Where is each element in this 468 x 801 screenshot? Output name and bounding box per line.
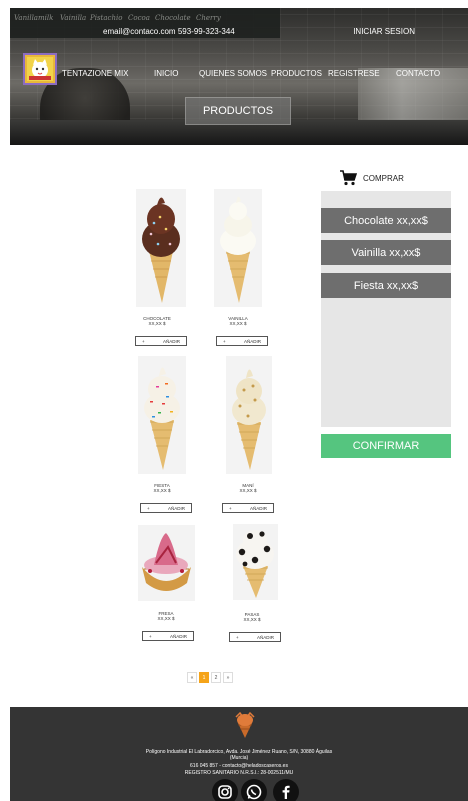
chalk-word: Cherry xyxy=(196,14,221,22)
product-name-fresa: FRESA XX,XX $ xyxy=(136,611,196,621)
login-link[interactable]: INICIAR SESION xyxy=(353,27,415,36)
product-price: XX,XX $ xyxy=(153,488,171,493)
footer-region: (Murcia) xyxy=(229,755,249,761)
cart-title: COMPRAR xyxy=(363,173,404,183)
nav-item-registrese[interactable]: REGISTRESE xyxy=(328,69,380,78)
cart-item[interactable]: Chocolate xx,xx$ xyxy=(321,208,451,233)
plus-icon: + xyxy=(223,338,226,344)
product-image-vainilla[interactable] xyxy=(214,189,262,307)
pagination-next[interactable]: » xyxy=(223,672,233,683)
product-name-chocolate: CHOCOLATE XX,XX $ xyxy=(127,316,187,326)
plus-icon: + xyxy=(229,505,232,511)
footer: Polígono Industrial El Labradorcico, Avd… xyxy=(10,707,468,801)
confirm-button[interactable]: CONFIRMAR xyxy=(321,434,451,458)
add-label: AÑADIR xyxy=(256,634,274,640)
main-nav: TENTAZIONE MIX INICIO QUIENES SOMOS PROD… xyxy=(10,69,468,83)
add-button-vainilla[interactable]: + AÑADIR xyxy=(216,336,268,346)
product-price: XX,XX $ xyxy=(157,616,175,621)
page: Vanilla milk Vainilla Pistachio Cocoa Ch… xyxy=(0,0,468,801)
product-name-fiesta: FIESTA XX,XX $ xyxy=(132,483,192,493)
cart-panel: Chocolate xx,xx$ Vainilla xx,xx$ Fiesta … xyxy=(321,191,451,427)
product-name-pasas: PASAS XX,XX $ xyxy=(222,612,282,622)
product-image-fresa[interactable] xyxy=(138,525,195,601)
icecream-logo-icon xyxy=(235,711,255,738)
cart-item[interactable]: Vainilla xx,xx$ xyxy=(321,240,451,265)
add-label: AÑADIR xyxy=(169,633,187,639)
chalk-word: Chocolate xyxy=(155,14,191,22)
product-price: XX,XX $ xyxy=(148,321,166,326)
pagination-prev[interactable]: « xyxy=(187,672,197,683)
plus-icon: + xyxy=(149,633,152,639)
pagination-page-2[interactable]: 2 xyxy=(211,672,221,683)
raisin-cone-icon xyxy=(236,530,274,598)
add-label: AÑADIR xyxy=(249,505,267,511)
plus-icon: + xyxy=(147,505,150,511)
product-image-chocolate[interactable] xyxy=(136,189,186,307)
product-image-pasas[interactable] xyxy=(233,524,278,600)
pagination-page-1[interactable]: 1 xyxy=(199,672,209,683)
footer-contact: 616 045 857 - contacto@heladoscaseros.es xyxy=(190,763,288,769)
chalk-word: Pistachio xyxy=(90,14,123,22)
header-banner: Vanilla milk Vainilla Pistachio Cocoa Ch… xyxy=(10,8,468,145)
vanilla-cone-icon xyxy=(220,196,256,303)
add-button-chocolate[interactable]: + AÑADIR xyxy=(135,336,187,346)
pagination: « 1 2 » xyxy=(187,672,233,683)
cart-header: COMPRAR xyxy=(339,170,404,186)
peanut-cone-icon xyxy=(232,369,266,470)
chalk-word: milk xyxy=(38,14,54,22)
chalk-word: Cocoa xyxy=(128,14,150,22)
nav-item-quienes-somos[interactable]: QUIENES SOMOS xyxy=(199,69,267,78)
chocolate-cone-icon xyxy=(142,197,180,303)
contact-info: email@contaco.com 593-99-323-344 xyxy=(103,27,235,36)
strawberry-cup-icon xyxy=(142,533,191,591)
add-label: AÑADIR xyxy=(162,338,180,344)
add-label: AÑADIR xyxy=(243,338,261,344)
product-image-mani[interactable] xyxy=(226,356,272,474)
add-button-pasas[interactable]: + AÑADIR xyxy=(229,632,281,642)
product-name-vainilla: VAINILLA XX,XX $ xyxy=(208,316,268,326)
shopping-cart-icon[interactable] xyxy=(339,170,357,186)
nav-item-inicio[interactable]: INICIO xyxy=(154,69,178,78)
instagram-icon[interactable] xyxy=(212,779,238,801)
cart-item[interactable]: Fiesta xx,xx$ xyxy=(321,273,451,298)
fiesta-cone-icon xyxy=(144,367,180,470)
nav-item-contacto[interactable]: CONTACTO xyxy=(396,69,440,78)
add-button-mani[interactable]: + AÑADIR xyxy=(222,503,274,513)
add-button-fiesta[interactable]: + AÑADIR xyxy=(140,503,192,513)
product-price: XX,XX $ xyxy=(243,617,261,622)
product-price: XX,XX $ xyxy=(239,488,257,493)
chalk-word: Vanilla xyxy=(14,14,38,22)
product-name-mani: MANÍ XX,XX $ xyxy=(218,483,278,493)
facebook-icon[interactable] xyxy=(273,779,299,801)
nav-brand[interactable]: TENTAZIONE MIX xyxy=(62,69,129,78)
plus-icon: + xyxy=(236,634,239,640)
add-button-fresa[interactable]: + AÑADIR xyxy=(142,631,194,641)
product-price: XX,XX $ xyxy=(229,321,247,326)
chalk-word: Vainilla xyxy=(60,14,87,22)
productos-hero-button[interactable]: PRODUCTOS xyxy=(185,97,291,125)
product-image-fiesta[interactable] xyxy=(138,356,186,474)
plus-icon: + xyxy=(142,338,145,344)
footer-registry: REGISTRO SANITARIO N.R.S.I.: 28-002511/M… xyxy=(184,770,294,776)
nav-item-productos[interactable]: PRODUCTOS xyxy=(271,69,322,78)
add-label: AÑADIR xyxy=(167,505,185,511)
whatsapp-icon[interactable] xyxy=(241,779,267,801)
